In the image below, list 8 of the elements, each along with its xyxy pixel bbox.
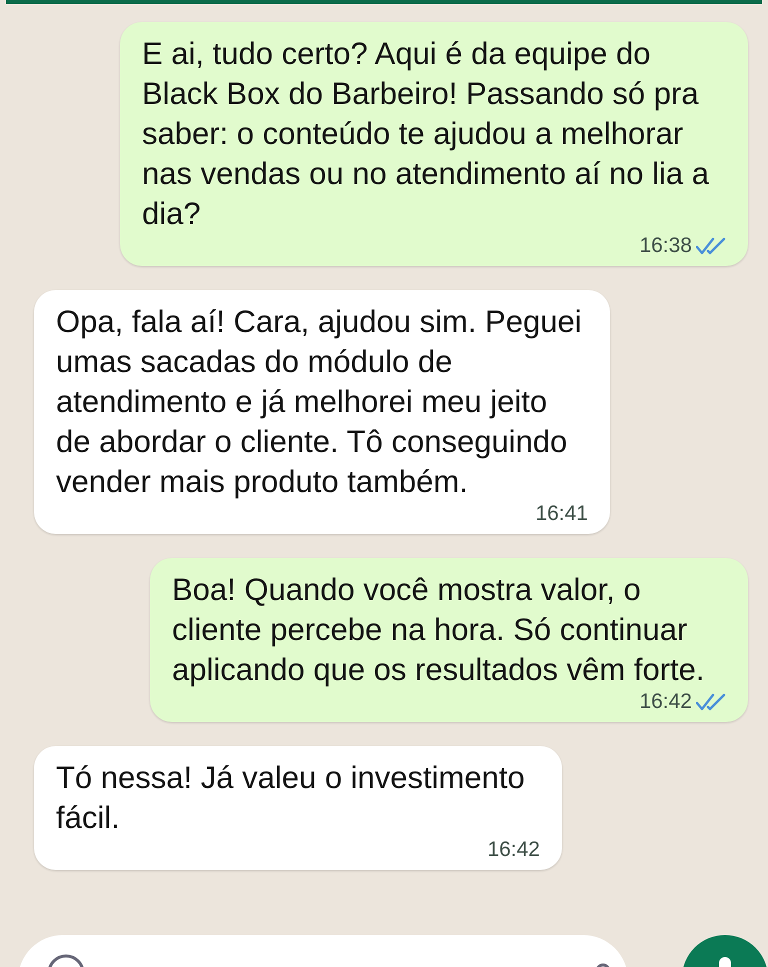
message-time: 16:38 [639,234,692,258]
message-text: Opa, fala aí! Cara, ajudou sim. Peguei umas sacadas do módulo de atendimento e já melhorei meu jeito de abordar o cliente. Tô conseguindo vender mais produto também. [56,303,583,501]
message-time: 16:42 [487,838,540,862]
message-time: 16:42 [639,690,692,714]
message-time: 16:41 [535,502,588,526]
message-text: E ai, tudo certo? Aqui é da equipe do Black Box do Barbeiro! Passando só pra saber: o conteúdo te ajudou a melhorar nas vendas ou no atendimento aí no lia a dia? [142,35,710,233]
message-text: Boa! Quando você mostra valor, o cliente percebe na hora. Só continuar aplicando que os resultados vêm forte. [172,571,706,689]
message-text: Tó nessa! Já valeu o investimento fácil. [56,759,526,837]
